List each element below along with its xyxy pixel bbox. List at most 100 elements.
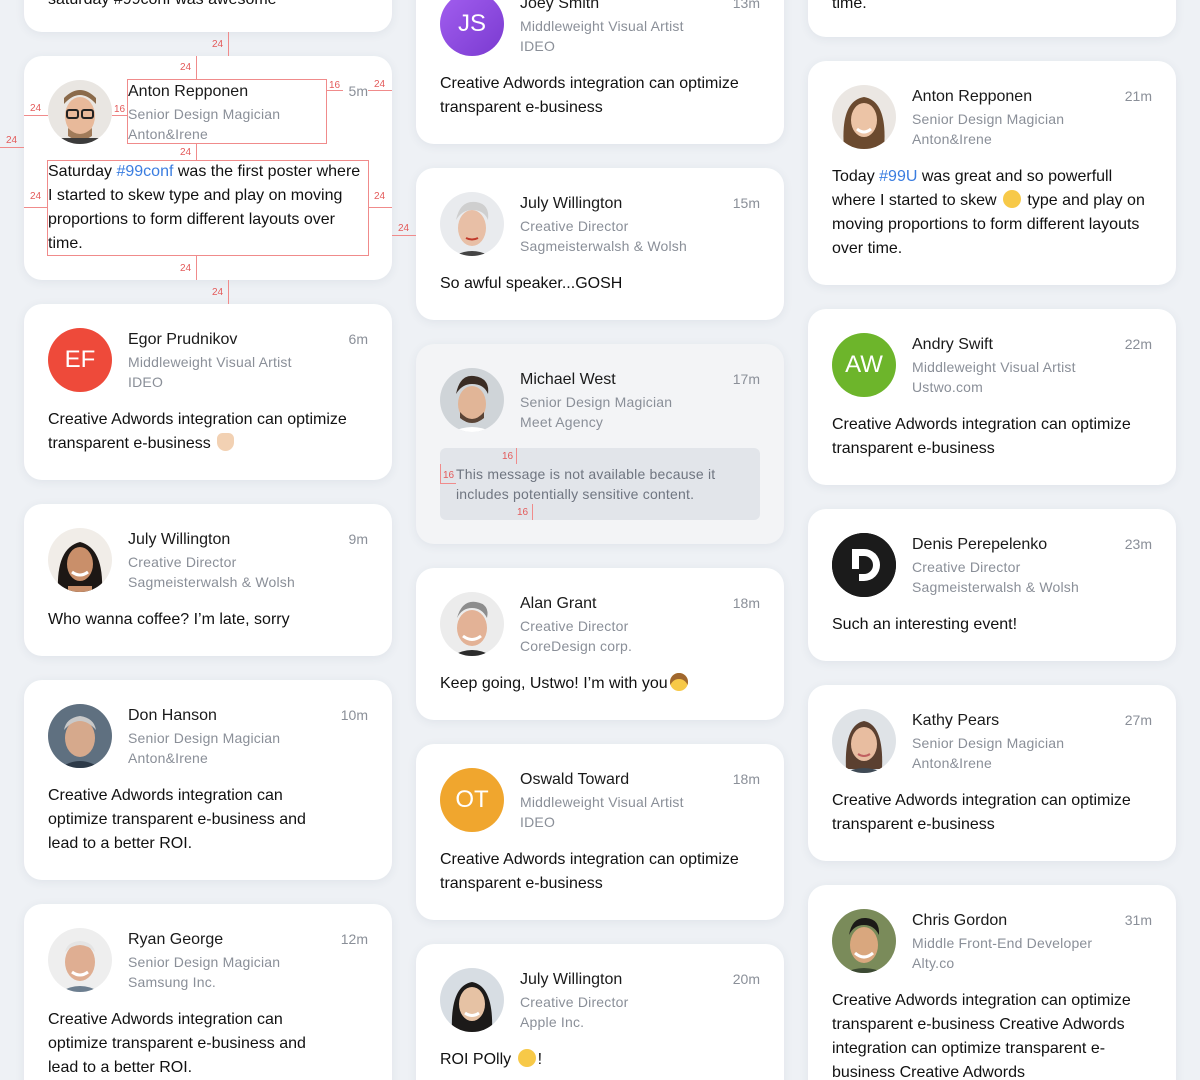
avatar[interactable]: AW — [832, 333, 896, 397]
author-role: Senior Design Magician — [128, 730, 281, 746]
hashtag-link[interactable]: #99U — [879, 168, 917, 185]
hashtag-link[interactable]: #99conf — [116, 163, 173, 180]
author-company: Meet Agency — [520, 414, 604, 430]
post-time: 22m — [1124, 336, 1152, 352]
post-card[interactable]: Alan Grant Creative Director CoreDesign … — [416, 568, 784, 720]
post-card[interactable]: Ryan George Senior Design Magician Samsu… — [24, 904, 392, 1080]
avatar[interactable] — [832, 909, 896, 973]
author-name[interactable]: Oswald Toward — [520, 770, 629, 790]
author-name[interactable]: Andry Swift — [912, 335, 993, 355]
spacing-guide — [392, 235, 416, 236]
post-card[interactable]: July Willington Creative Director Apple … — [416, 944, 784, 1080]
post-card[interactable]: Kathy Pears Senior Design Magician Anton… — [808, 685, 1176, 861]
avatar[interactable] — [48, 80, 112, 144]
post-time: 27m — [1124, 712, 1152, 728]
post-message: Creative Adwords integration can optimiz… — [440, 851, 739, 892]
post-time: 6m — [348, 331, 368, 347]
upside-down-face-icon — [517, 1049, 536, 1067]
waving-hand-icon — [217, 433, 235, 451]
author-name[interactable]: July Willington — [128, 530, 230, 550]
post-message: Keep going, Ustwo! I’m with you — [440, 672, 760, 696]
post-message: Creative Adwords integration can optimiz… — [832, 992, 1131, 1080]
post-time: 13m — [732, 0, 760, 11]
author-company: Anton&Irene — [912, 131, 993, 147]
author-name[interactable]: July Willington — [520, 194, 622, 214]
post-time: 20m — [732, 971, 760, 987]
author-company: Samsung Inc. — [128, 974, 216, 990]
author-role: Senior Design Magician — [912, 735, 1065, 751]
author-company: Sagmeisterwalsh & Wolsh — [912, 579, 1079, 595]
avatar[interactable] — [440, 368, 504, 432]
post-card[interactable]: Don Hanson Senior Design Magician Anton&… — [24, 680, 392, 880]
post-card[interactable]: saturday #99conf was awesome — [24, 0, 392, 32]
author-company: Ustwo.com — [912, 379, 984, 395]
author-company: IDEO — [520, 814, 556, 830]
post-message: Creative Adwords integration can optimiz… — [440, 75, 739, 116]
avatar[interactable] — [48, 528, 112, 592]
author-name[interactable]: Egor Prudnikov — [128, 330, 237, 350]
post-card[interactable]: Chris Gordon Middle Front-End Developer … — [808, 885, 1176, 1080]
avatar[interactable]: EF — [48, 328, 112, 392]
spacing-label: 24 — [212, 39, 224, 50]
post-card[interactable]: AW Andry Swift Middleweight Visual Artis… — [808, 309, 1176, 485]
post-card[interactable]: OT Oswald Toward Middleweight Visual Art… — [416, 744, 784, 920]
avatar[interactable] — [832, 709, 896, 773]
author-name[interactable]: Don Hanson — [128, 706, 217, 726]
author-name[interactable]: Chris Gordon — [912, 911, 1007, 931]
post-card[interactable]: JS Joey Smith Middleweight Visual Artist… — [416, 0, 784, 144]
author-role: Creative Director — [128, 554, 237, 570]
post-card[interactable]: Anton Repponen Senior Design Magician An… — [24, 56, 392, 280]
post-time: 31m — [1124, 912, 1152, 928]
avatar[interactable] — [440, 968, 504, 1032]
avatar-initials: AW — [845, 351, 883, 378]
post-card[interactable]: Denis Perepelenko Creative Director Sagm… — [808, 509, 1176, 661]
post-time: 18m — [732, 595, 760, 611]
confused-face-icon — [1002, 190, 1021, 208]
post-card[interactable]: July Willington Creative Director Sagmei… — [24, 504, 392, 656]
author-name[interactable]: Joey Smith — [520, 0, 599, 14]
avatar-initials: JS — [457, 10, 486, 37]
author-role: Creative Director — [912, 559, 1021, 575]
avatar[interactable] — [440, 592, 504, 656]
post-message: Creative Adwords integration can optimiz… — [48, 787, 306, 852]
author-role: Creative Director — [520, 618, 629, 634]
author-company: CoreDesign corp. — [520, 638, 633, 654]
author-role: Middleweight Visual Artist — [128, 354, 292, 370]
post-card[interactable]: Anton Repponen Senior Design Magician An… — [808, 61, 1176, 285]
post-time: 23m — [1124, 536, 1152, 552]
post-time: 12m — [340, 931, 368, 947]
author-name[interactable]: July Willington — [520, 970, 622, 990]
sensitive-content-notice: This message is not available because it… — [440, 448, 760, 520]
post-message: Creative Adwords integration can optimiz… — [48, 411, 347, 452]
post-card[interactable]: Michael West Senior Design Magician Meet… — [416, 344, 784, 544]
author-role: Middleweight Visual Artist — [520, 18, 684, 34]
author-company: IDEO — [128, 374, 164, 390]
author-company: Anton&Irene — [128, 126, 209, 142]
post-card[interactable]: time. — [808, 0, 1176, 37]
author-name[interactable]: Denis Perepelenko — [912, 535, 1047, 555]
author-company: Sagmeisterwalsh & Wolsh — [520, 238, 687, 254]
post-card[interactable]: EF Egor Prudnikov Middleweight Visual Ar… — [24, 304, 392, 480]
author-name[interactable]: Anton Repponen — [128, 82, 248, 102]
author-name[interactable]: Michael West — [520, 370, 616, 390]
spacing-guide — [228, 280, 229, 304]
author-company: Anton&Irene — [128, 750, 209, 766]
post-time: 21m — [1124, 88, 1152, 104]
author-name[interactable]: Kathy Pears — [912, 711, 999, 731]
avatar[interactable] — [440, 192, 504, 256]
author-name[interactable]: Ryan George — [128, 930, 223, 950]
author-name[interactable]: Anton Repponen — [912, 87, 1032, 107]
avatar[interactable]: OT — [440, 768, 504, 832]
avatar[interactable] — [48, 704, 112, 768]
company-logo-icon — [832, 533, 896, 597]
author-company: Sagmeisterwalsh & Wolsh — [128, 574, 295, 590]
post-time: 17m — [732, 371, 760, 387]
post-time: 9m — [348, 531, 368, 547]
author-role: Senior Design Magician — [912, 111, 1065, 127]
avatar[interactable] — [48, 928, 112, 992]
avatar[interactable]: JS — [440, 0, 504, 56]
avatar[interactable] — [832, 533, 896, 597]
avatar[interactable] — [832, 85, 896, 149]
post-card[interactable]: July Willington Creative Director Sagmei… — [416, 168, 784, 320]
author-name[interactable]: Alan Grant — [520, 594, 596, 614]
